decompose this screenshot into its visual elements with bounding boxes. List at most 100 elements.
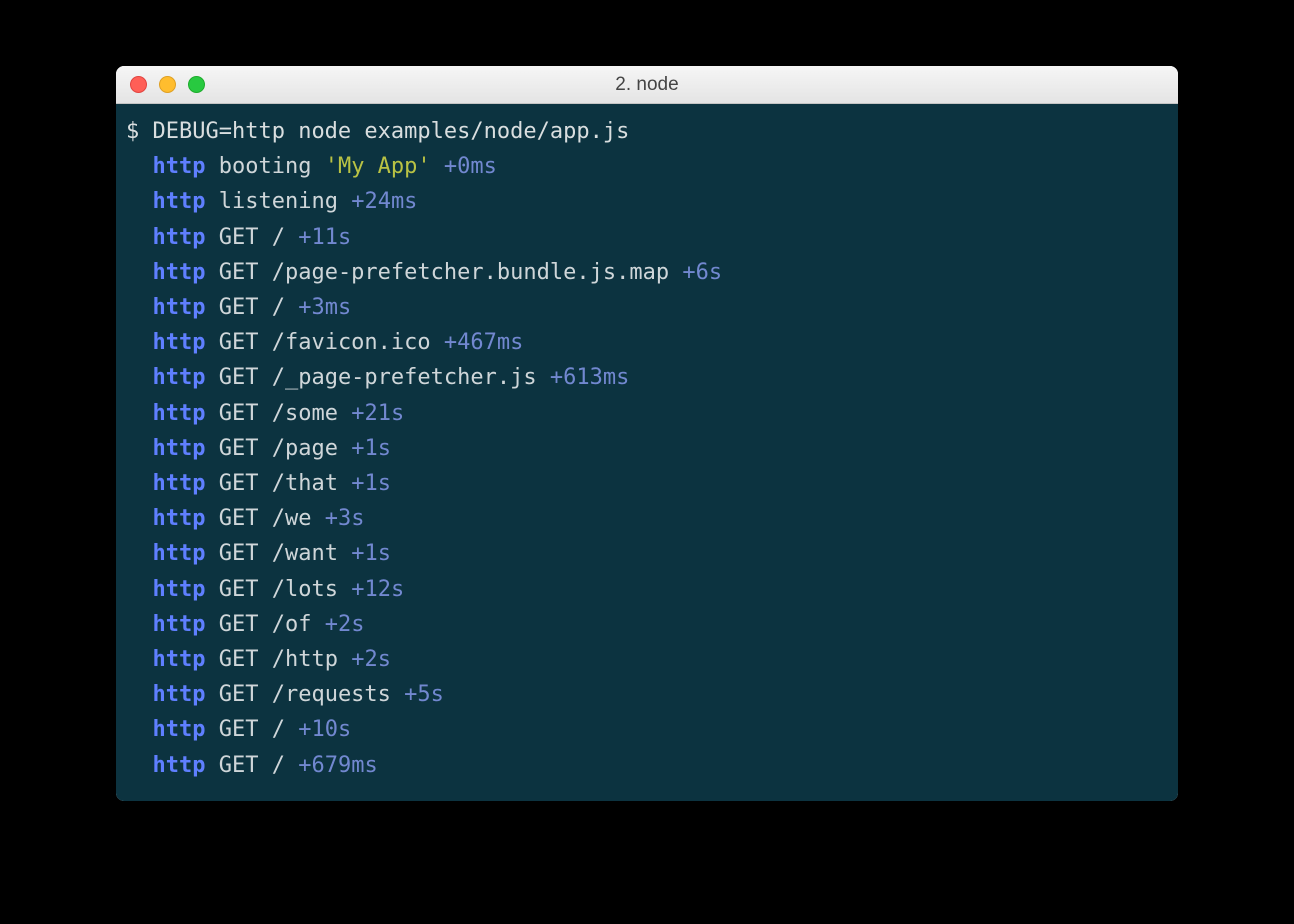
window-title: 2. node: [615, 74, 678, 96]
log-timing: +5s: [404, 682, 444, 707]
log-tag: http: [153, 647, 206, 672]
log-indent: [126, 436, 153, 461]
log-message: GET /requests: [219, 682, 391, 707]
log-line: http GET / +3ms: [126, 290, 1168, 325]
log-line: http GET /we +3s: [126, 501, 1168, 536]
log-indent: [126, 682, 153, 707]
log-message: GET /of: [219, 612, 312, 637]
log-line: http GET /_page-prefetcher.js +613ms: [126, 360, 1168, 395]
log-timing: +1s: [351, 541, 391, 566]
log-tag: http: [153, 717, 206, 742]
log-indent: [126, 401, 153, 426]
log-line: http GET / +679ms: [126, 748, 1168, 783]
log-indent: [126, 295, 153, 320]
log-indent: [126, 330, 153, 355]
log-line: http GET /page +1s: [126, 431, 1168, 466]
log-line: http listening +24ms: [126, 184, 1168, 219]
log-message: GET /http: [219, 647, 338, 672]
log-indent: [126, 506, 153, 531]
log-message: GET /: [219, 717, 285, 742]
log-tag: http: [153, 154, 206, 179]
log-message: GET /: [219, 295, 285, 320]
prompt-line: $ DEBUG=http node examples/node/app.js: [126, 114, 1168, 149]
log-indent: [126, 753, 153, 778]
log-indent: [126, 717, 153, 742]
log-string: 'My App': [325, 154, 431, 179]
log-tag: http: [153, 471, 206, 496]
log-timing: +3ms: [298, 295, 351, 320]
log-timing: +3s: [325, 506, 365, 531]
log-timing: +12s: [351, 577, 404, 602]
log-message: GET /page: [219, 436, 338, 461]
log-timing: +0ms: [444, 154, 497, 179]
log-line: http GET /requests +5s: [126, 677, 1168, 712]
log-indent: [126, 260, 153, 285]
log-indent: [126, 189, 153, 214]
log-line: http GET / +11s: [126, 220, 1168, 255]
log-indent: [126, 612, 153, 637]
log-line: http booting 'My App' +0ms: [126, 149, 1168, 184]
log-timing: +2s: [325, 612, 365, 637]
log-tag: http: [153, 401, 206, 426]
log-timing: +1s: [351, 471, 391, 496]
log-output: http booting 'My App' +0ms http listenin…: [126, 149, 1168, 783]
log-timing: +10s: [298, 717, 351, 742]
log-line: http GET /http +2s: [126, 642, 1168, 677]
log-message: GET /that: [219, 471, 338, 496]
log-line: http GET /some +21s: [126, 396, 1168, 431]
log-line: http GET /lots +12s: [126, 572, 1168, 607]
log-message: GET /we: [219, 506, 312, 531]
log-timing: +467ms: [444, 330, 523, 355]
log-indent: [126, 154, 153, 179]
minimize-icon[interactable]: [159, 76, 176, 93]
log-tag: http: [153, 330, 206, 355]
log-tag: http: [153, 189, 206, 214]
log-tag: http: [153, 260, 206, 285]
log-line: http GET /of +2s: [126, 607, 1168, 642]
window-titlebar[interactable]: 2. node: [116, 66, 1178, 104]
log-line: http GET /want +1s: [126, 536, 1168, 571]
log-message: listening: [219, 189, 338, 214]
log-indent: [126, 225, 153, 250]
log-line: http GET / +10s: [126, 712, 1168, 747]
log-tag: http: [153, 577, 206, 602]
log-indent: [126, 577, 153, 602]
log-indent: [126, 541, 153, 566]
log-message: GET /lots: [219, 577, 338, 602]
log-message: GET /page-prefetcher.bundle.js.map: [219, 260, 669, 285]
terminal-body[interactable]: $ DEBUG=http node examples/node/app.js h…: [116, 104, 1178, 801]
log-tag: http: [153, 541, 206, 566]
log-indent: [126, 365, 153, 390]
log-message: booting: [219, 154, 325, 179]
log-timing: +1s: [351, 436, 391, 461]
log-tag: http: [153, 295, 206, 320]
log-timing: +6s: [682, 260, 722, 285]
log-message: GET /: [219, 225, 285, 250]
log-tag: http: [153, 612, 206, 637]
log-message: GET /favicon.ico: [219, 330, 431, 355]
log-line: http GET /favicon.ico +467ms: [126, 325, 1168, 360]
log-indent: [126, 647, 153, 672]
log-timing: +11s: [298, 225, 351, 250]
log-message: GET /want: [219, 541, 338, 566]
log-indent: [126, 471, 153, 496]
log-message: GET /: [219, 753, 285, 778]
log-timing: +2s: [351, 647, 391, 672]
log-tag: http: [153, 682, 206, 707]
log-tag: http: [153, 436, 206, 461]
log-timing: +24ms: [351, 189, 417, 214]
log-tag: http: [153, 753, 206, 778]
log-timing: +613ms: [550, 365, 629, 390]
log-tag: http: [153, 506, 206, 531]
log-timing: +679ms: [298, 753, 377, 778]
close-icon[interactable]: [130, 76, 147, 93]
log-line: http GET /page-prefetcher.bundle.js.map …: [126, 255, 1168, 290]
log-tag: http: [153, 365, 206, 390]
log-message: GET /_page-prefetcher.js: [219, 365, 537, 390]
traffic-lights: [130, 76, 205, 93]
maximize-icon[interactable]: [188, 76, 205, 93]
log-line: http GET /that +1s: [126, 466, 1168, 501]
log-timing: +21s: [351, 401, 404, 426]
terminal-window: 2. node $ DEBUG=http node examples/node/…: [116, 66, 1178, 801]
log-message: GET /some: [219, 401, 338, 426]
